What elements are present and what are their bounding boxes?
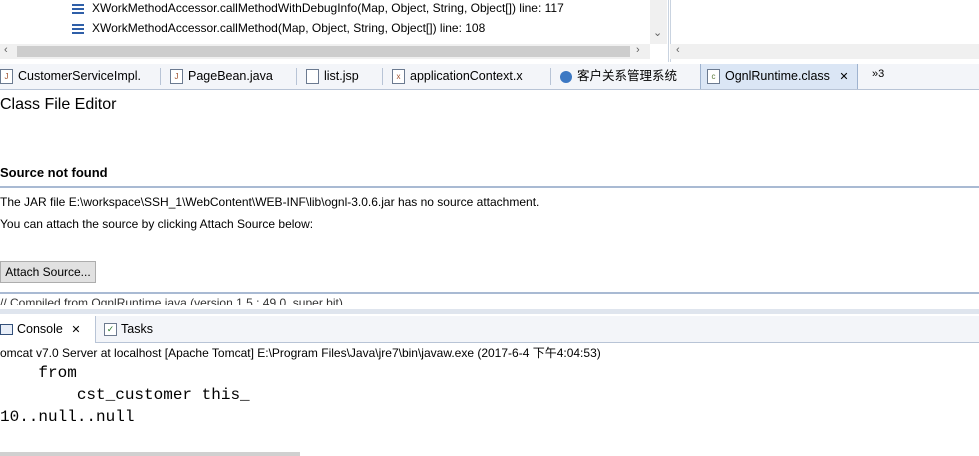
stack-frame[interactable]: XWorkMethodAccessor.callMethodWithDebugI… [72, 0, 564, 18]
jsp-file-icon [306, 69, 319, 85]
scroll-right-icon[interactable]: › [636, 44, 640, 56]
pane-splitter[interactable] [0, 309, 979, 314]
class-file-icon: c [707, 69, 720, 85]
close-tab-icon[interactable]: ✕ [839, 71, 848, 83]
console-output-line: 10..null..null [0, 408, 135, 426]
stack-frame-label: XWorkMethodAccessor.callMethodWithDebugI… [92, 1, 564, 15]
console-output-line: cst_customer this_ [0, 386, 250, 404]
tasks-checklist-icon: ✓ [104, 323, 117, 337]
tab-ognlruntime-class[interactable]: c OgnlRuntime.class ✕ [700, 64, 858, 89]
stack-frame-label: XWorkMethodAccessor.callMethod(Map, Obje… [92, 21, 486, 35]
bytecode-comment-line: // Compiled from OgnlRuntime.java (versi… [0, 296, 343, 305]
vertical-scrollbar[interactable]: ⌄ [650, 0, 667, 44]
variables-horizontal-scrollbar[interactable]: ‹ [670, 44, 979, 59]
tab-list-jsp[interactable]: list.jsp [306, 64, 359, 89]
scroll-left-icon[interactable]: ‹ [676, 44, 680, 56]
java-file-icon: J [170, 69, 183, 85]
tab-customerserviceimpl[interactable]: J CustomerServiceImpl. [0, 64, 141, 89]
attach-instruction: You can attach the source by clicking At… [0, 217, 314, 231]
section-divider [0, 186, 979, 188]
editor-tab-bar: J CustomerServiceImpl. J PageBean.java lis… [0, 64, 979, 90]
source-not-found-heading: Source not found [0, 165, 108, 180]
tab-pagebean[interactable]: J PageBean.java [170, 64, 273, 89]
browser-globe-icon [560, 70, 572, 83]
stack-frame[interactable]: XWorkMethodAccessor.callMethod(Map, Obje… [72, 18, 485, 38]
console-output-line: from [0, 364, 77, 382]
editor-title: Class File Editor [0, 96, 117, 113]
java-file-icon: J [0, 69, 13, 85]
console-icon [0, 324, 13, 336]
xml-file-icon: x [392, 69, 405, 85]
horizontal-scroll-thumb[interactable] [17, 46, 630, 57]
tab-overflow[interactable]: »3 [872, 64, 884, 89]
scroll-left-icon[interactable]: ‹ [4, 44, 8, 56]
scroll-down-icon[interactable]: ⌄ [653, 26, 662, 39]
close-tab-icon[interactable]: ✕ [71, 324, 80, 336]
console-process-header: omcat v7.0 Server at localhost [Apache T… [0, 344, 979, 362]
section-divider [0, 292, 979, 294]
tab-console[interactable]: Console ✕ [0, 316, 96, 343]
tab-applicationcontext[interactable]: x applicationContext.x [392, 64, 523, 89]
attach-source-button[interactable]: Attach Source... [0, 261, 96, 283]
stack-frame-icon [72, 23, 84, 34]
tab-crm-system[interactable]: 客户关系管理系统 [560, 64, 677, 89]
jar-source-message: The JAR file E:\workspace\SSH_1\WebConte… [0, 195, 540, 209]
stack-frame-icon [72, 3, 84, 14]
console-horizontal-scrollbar[interactable] [0, 452, 300, 456]
tab-tasks[interactable]: ✓ Tasks [104, 316, 153, 343]
